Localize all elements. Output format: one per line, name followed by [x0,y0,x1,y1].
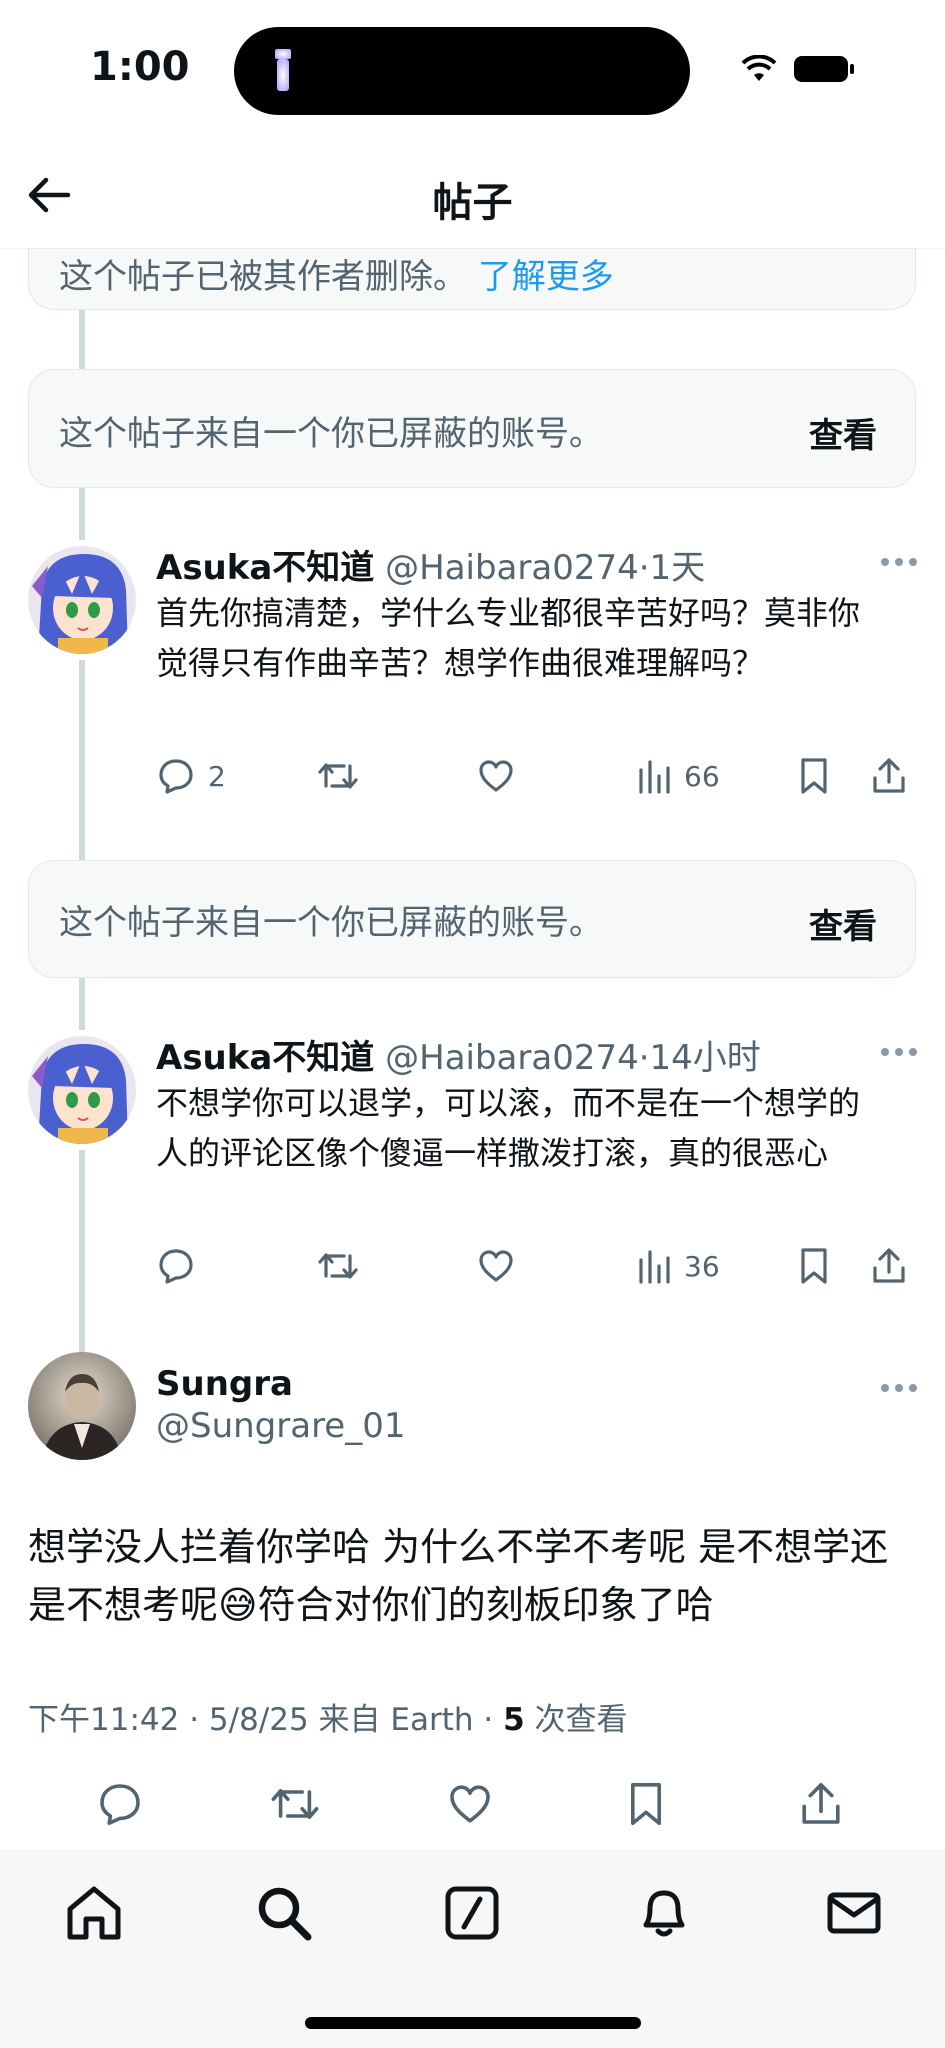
post-timestamp: 下午11:42 · 5/8/25 来自 Earth · [28,1702,504,1738]
repost-button[interactable] [316,756,360,796]
user-handle[interactable]: @Haibara0274 [385,548,639,588]
blocked-notice-text: 这个帖子来自一个你已屏蔽的账号。 [59,903,603,943]
thread-content: 这个帖子已被其作者删除。 了解更多 这个帖子来自一个你已屏蔽的账号。 查看 As… [0,140,945,1850]
avatar[interactable] [28,1352,136,1460]
view-count[interactable]: 5 [503,1702,525,1738]
bookmark-icon [801,1248,827,1284]
deleted-notice-text: 这个帖子已被其作者删除。 [59,257,467,297]
view-count-label: 次查看 [524,1702,628,1738]
views-count: 36 [684,1249,720,1283]
share-icon [873,758,905,793]
thread-line [79,978,85,1030]
like-button[interactable] [476,756,516,796]
post-time: ·1天 [638,548,706,588]
like-button[interactable] [476,1246,516,1286]
blocked-notice-text: 这个帖子来自一个你已屏蔽的账号。 [59,414,603,454]
blocked-post-notice: 这个帖子来自一个你已屏蔽的账号。 查看 [28,860,916,978]
like-icon [479,1250,513,1282]
repost-icon [318,1253,358,1279]
reply-button[interactable]: 2 [156,756,226,796]
post-time: ·14小时 [638,1038,761,1078]
more-options-icon[interactable] [879,556,919,568]
portrait-avatar-image [28,1352,136,1460]
share-button[interactable] [870,1246,908,1286]
avatar[interactable] [28,1036,136,1144]
avatar[interactable] [28,546,136,654]
views-button[interactable]: 66 [636,756,720,796]
blocked-post-notice: 这个帖子来自一个你已屏蔽的账号。 查看 [28,369,916,488]
status-bar: 1:00 [0,0,945,140]
messages-icon[interactable] [822,1881,886,1945]
status-time: 1:00 [90,44,190,90]
reply-text: 首先你搞清楚，学什么专业都很辛苦好吗？莫非你觉得只有作曲辛苦？想学作曲很难理解吗… [156,594,861,682]
anime-avatar-image [28,546,136,654]
reply-icon[interactable] [96,1780,144,1828]
views-icon [639,1250,670,1284]
view-button[interactable]: 查看 [809,408,877,457]
reply-icon [159,1249,193,1284]
post-header: 帖子 [0,140,945,248]
share-icon[interactable] [798,1780,844,1828]
home-indicator[interactable] [305,2017,641,2029]
reply-header: Asuka不知道 @Haibara0274·1天 [156,540,705,589]
share-icon [873,1248,905,1283]
bookmark-icon [801,758,827,794]
user-handle[interactable]: @Sungrare_01 [156,1406,406,1446]
flashlight-icon [275,49,291,91]
reply-button[interactable] [156,1246,208,1286]
page-title: 帖子 [432,180,513,226]
views-count: 66 [684,759,720,793]
home-icon[interactable] [62,1881,126,1945]
display-name[interactable]: Asuka不知道 [156,1038,374,1078]
reply-count: 2 [208,759,226,793]
reply-text: 不想学你可以退学，可以滚，而不是在一个想学的人的评论区像个傻逼一样撒泼打滚，真的… [156,1084,861,1172]
repost-button[interactable] [316,1246,360,1286]
reply-actions: 36 [156,1246,916,1296]
like-icon[interactable] [446,1780,494,1828]
bookmark-button[interactable] [796,1246,832,1286]
more-options-icon[interactable] [879,1382,919,1394]
repost-icon [318,763,358,789]
reply-icon [159,759,193,794]
repost-icon[interactable] [268,1780,322,1828]
post-text: 想学没人拦着你学哈 为什么不学不考呢 是不想学还是不想考呢😅符合对你们的刻板印象… [28,1525,889,1627]
more-options-icon[interactable] [879,1046,919,1058]
reply-header: Asuka不知道 @Haibara0274·14小时 [156,1030,761,1079]
battery-icon [794,56,854,82]
thread-line [79,488,85,540]
notifications-icon[interactable] [632,1881,696,1945]
views-button[interactable]: 36 [636,1246,720,1286]
reply-actions: 2 66 [156,756,916,806]
dynamic-island [234,27,690,115]
views-icon [639,760,670,794]
learn-more-link[interactable]: 了解更多 [478,257,614,297]
status-icons [741,54,855,84]
anime-avatar-image [28,1036,136,1144]
grok-icon[interactable] [440,1881,504,1945]
wifi-icon [741,55,777,81]
post-meta: 下午11:42 · 5/8/25 来自 Earth · 5 次查看 [28,1694,628,1739]
bookmark-icon[interactable] [624,1780,668,1828]
display-name[interactable]: Asuka不知道 [156,548,374,588]
post-actions [0,1774,945,1834]
bookmark-button[interactable] [796,756,832,796]
like-icon [479,760,513,792]
display-name[interactable]: Sungra [156,1364,293,1404]
share-button[interactable] [870,756,908,796]
search-icon[interactable] [252,1881,316,1945]
view-button[interactable]: 查看 [809,899,877,948]
user-handle[interactable]: @Haibara0274 [385,1038,639,1078]
